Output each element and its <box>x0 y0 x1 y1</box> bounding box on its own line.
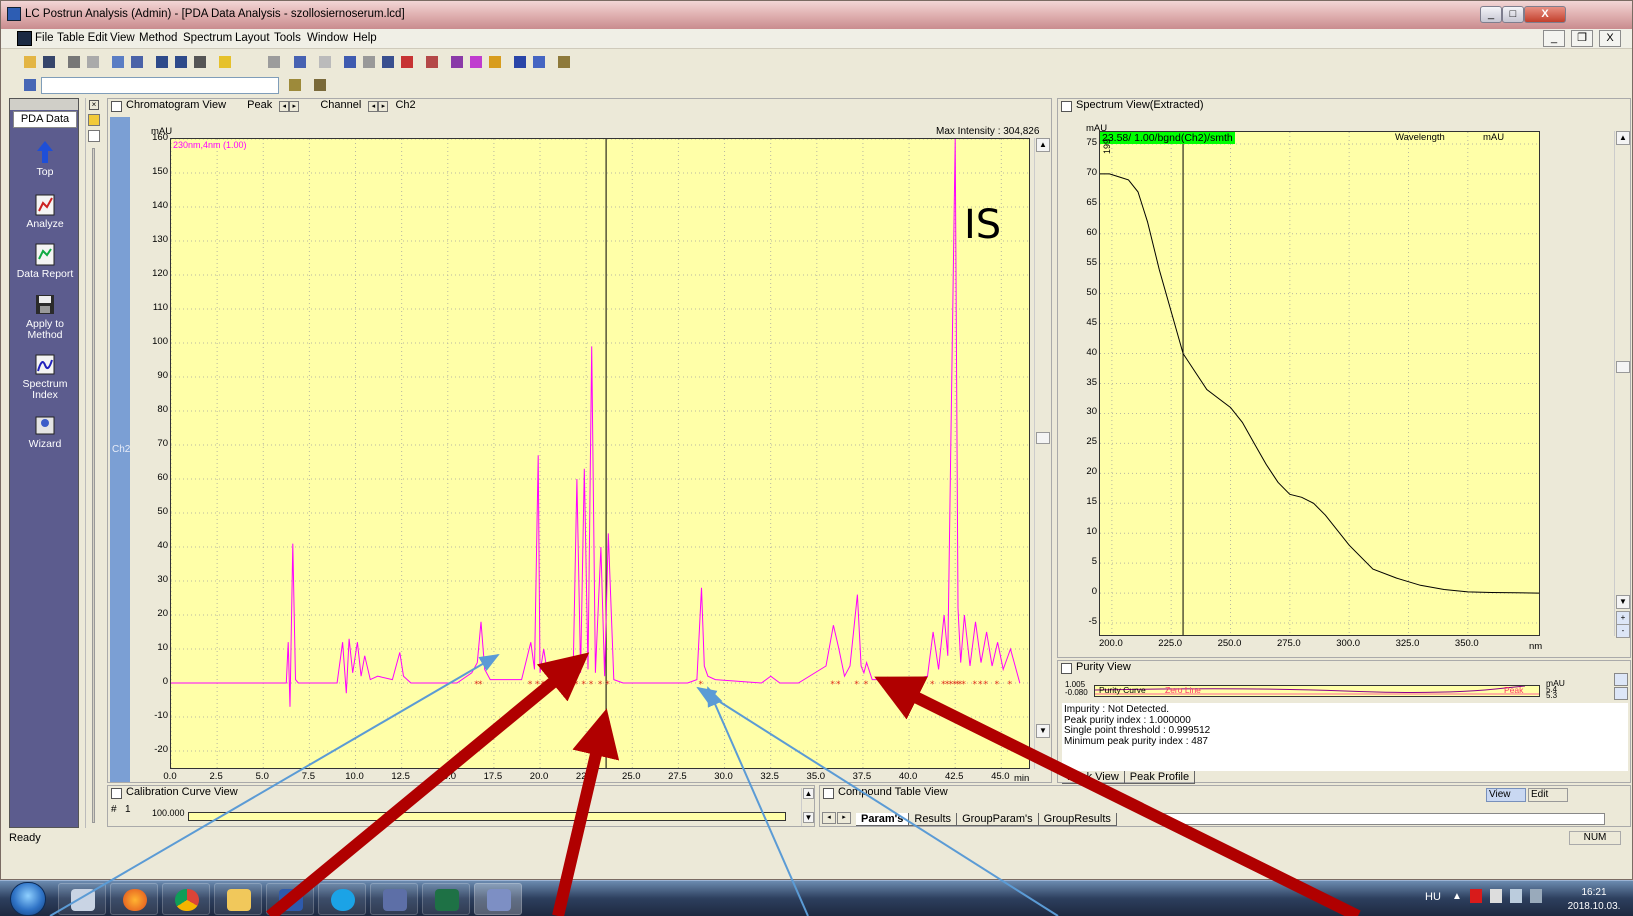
annotation-arrows <box>49 652 1361 916</box>
red-arrow-3 <box>874 676 1361 916</box>
blue-arrow-3 <box>696 686 1059 916</box>
red-arrow-2 <box>552 708 620 916</box>
blue-arrow-2 <box>707 686 809 916</box>
